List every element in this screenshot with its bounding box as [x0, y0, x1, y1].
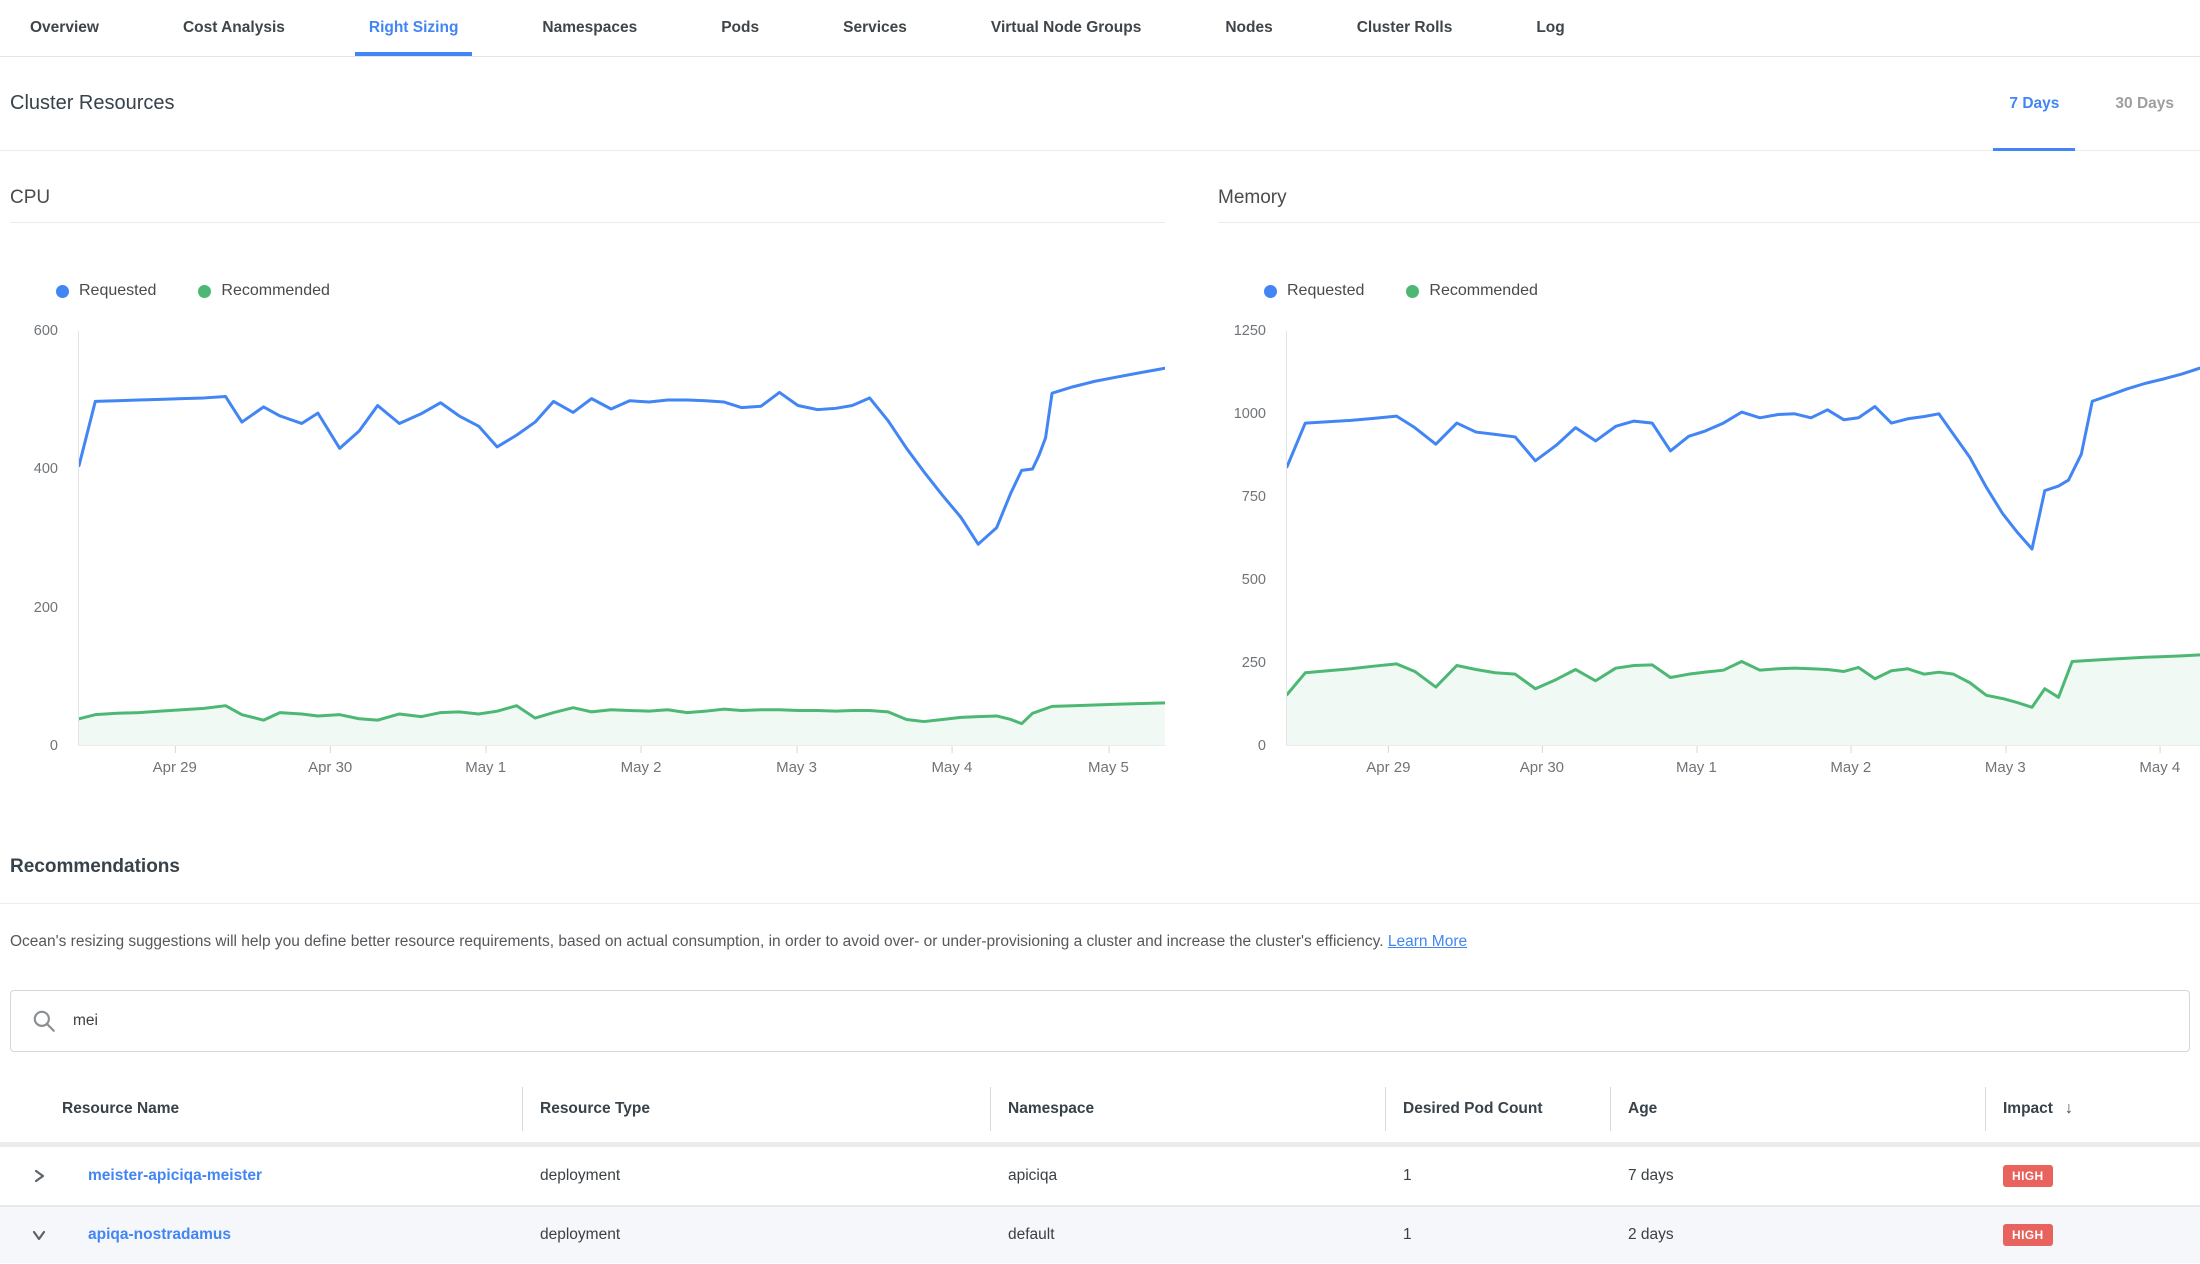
- tab-services[interactable]: Services: [843, 0, 907, 56]
- legend-recommended[interactable]: Recommended: [198, 282, 330, 300]
- cell-desired-pod-count: 1: [1385, 1167, 1610, 1185]
- legend-recommended[interactable]: Recommended: [1406, 282, 1538, 300]
- range-30-days[interactable]: 30 Days: [2115, 57, 2174, 150]
- tab-namespaces[interactable]: Namespaces: [542, 0, 637, 56]
- legend-requested-label: Requested: [1287, 282, 1364, 300]
- tab-pods[interactable]: Pods: [721, 0, 759, 56]
- impact-badge-high: HIGH: [2003, 1165, 2053, 1187]
- tab-nodes[interactable]: Nodes: [1225, 0, 1272, 56]
- memory-x-axis: Apr 29Apr 30May 1May 2May 3May 4: [1286, 746, 2200, 790]
- requested-dot-icon: [56, 285, 69, 298]
- search-icon: [31, 1008, 57, 1034]
- legend-requested[interactable]: Requested: [56, 282, 156, 300]
- recommendations-description: Ocean's resizing suggestions will help y…: [0, 904, 2200, 954]
- cpu-chart-title: CPU: [10, 187, 1165, 223]
- legend-requested[interactable]: Requested: [1264, 282, 1364, 300]
- recommendations-section: Recommendations Ocean's resizing suggest…: [0, 856, 2200, 1263]
- cell-namespace: default: [990, 1226, 1385, 1244]
- impact-badge-high: HIGH: [2003, 1224, 2053, 1246]
- expand-row-button[interactable]: [30, 1167, 48, 1185]
- recommendations-title: Recommendations: [10, 856, 2190, 878]
- memory-chart-panel: Memory Requested Recommended 12501000750…: [1218, 187, 2200, 790]
- tab-bar: Overview Cost Analysis Right Sizing Name…: [0, 0, 2200, 57]
- legend-requested-label: Requested: [79, 282, 156, 300]
- table-row: meister-apiciqa-meister deployment apici…: [0, 1147, 2200, 1205]
- cell-namespace: apiciqa: [990, 1167, 1385, 1185]
- recommendations-table: Resource Name Resource Type Namespace De…: [0, 1076, 2200, 1263]
- cluster-resources-header: Cluster Resources 7 Days 30 Days: [0, 57, 2200, 151]
- tab-virtual-node-groups[interactable]: Virtual Node Groups: [991, 0, 1141, 56]
- memory-chart-title: Memory: [1218, 187, 2200, 223]
- cell-resource-type: deployment: [522, 1226, 990, 1244]
- tab-log[interactable]: Log: [1536, 0, 1564, 56]
- resource-name-link[interactable]: apiqa-nostradamus: [88, 1226, 231, 1244]
- cpu-chart-legend: Requested Recommended: [56, 281, 1165, 301]
- cell-resource-type: deployment: [522, 1167, 990, 1185]
- cpu-x-axis: Apr 29Apr 30May 1May 2May 3May 4May 5: [78, 746, 1165, 790]
- resource-name-link[interactable]: meister-apiciqa-meister: [88, 1167, 262, 1185]
- search-input[interactable]: [73, 1012, 2169, 1030]
- cpu-plot-area: [78, 331, 1165, 746]
- collapse-row-button[interactable]: [30, 1226, 48, 1244]
- charts-row: CPU Requested Recommended 6004002000 Apr…: [0, 151, 2200, 790]
- header-age[interactable]: Age: [1610, 1076, 1985, 1142]
- tab-cost-analysis[interactable]: Cost Analysis: [183, 0, 285, 56]
- cell-desired-pod-count: 1: [1385, 1226, 1610, 1244]
- time-range-toggle: 7 Days 30 Days: [2009, 57, 2174, 150]
- recommended-dot-icon: [1406, 285, 1419, 298]
- chevron-right-icon: [32, 1169, 46, 1183]
- memory-chart-legend: Requested Recommended: [1264, 281, 2200, 301]
- search-box[interactable]: [10, 990, 2190, 1052]
- memory-y-axis: 125010007505002500: [1218, 331, 1286, 746]
- cpu-line-chart: [79, 331, 1165, 745]
- memory-line-chart: [1287, 331, 2200, 745]
- tab-right-sizing[interactable]: Right Sizing: [369, 0, 459, 56]
- header-resource-name[interactable]: Resource Name: [0, 1076, 522, 1142]
- tab-overview[interactable]: Overview: [30, 0, 99, 56]
- requested-dot-icon: [1264, 285, 1277, 298]
- chevron-down-icon: [32, 1228, 46, 1242]
- tab-cluster-rolls[interactable]: Cluster Rolls: [1357, 0, 1453, 56]
- header-desired-pod-count[interactable]: Desired Pod Count: [1385, 1076, 1610, 1142]
- sort-desc-icon[interactable]: ↓: [2065, 1100, 2073, 1118]
- cell-age: 2 days: [1610, 1226, 1985, 1244]
- memory-plot-area: [1286, 331, 2200, 746]
- cell-age: 7 days: [1610, 1167, 1985, 1185]
- header-namespace[interactable]: Namespace: [990, 1076, 1385, 1142]
- header-impact[interactable]: Impact ↓: [1985, 1076, 2200, 1142]
- cpu-y-axis: 6004002000: [10, 331, 78, 746]
- section-title: Cluster Resources: [10, 92, 175, 115]
- recommended-dot-icon: [198, 285, 211, 298]
- header-resource-type[interactable]: Resource Type: [522, 1076, 990, 1142]
- header-impact-label: Impact: [2003, 1100, 2053, 1118]
- description-text: Ocean's resizing suggestions will help y…: [10, 933, 1384, 950]
- cpu-chart-panel: CPU Requested Recommended 6004002000 Apr…: [10, 187, 1165, 790]
- learn-more-link[interactable]: Learn More: [1388, 933, 1467, 950]
- table-row: apiqa-nostradamus deployment default 1 2…: [0, 1205, 2200, 1263]
- legend-recommended-label: Recommended: [221, 282, 330, 300]
- table-header-row: Resource Name Resource Type Namespace De…: [0, 1076, 2200, 1142]
- legend-recommended-label: Recommended: [1429, 282, 1538, 300]
- range-7-days[interactable]: 7 Days: [2009, 57, 2059, 150]
